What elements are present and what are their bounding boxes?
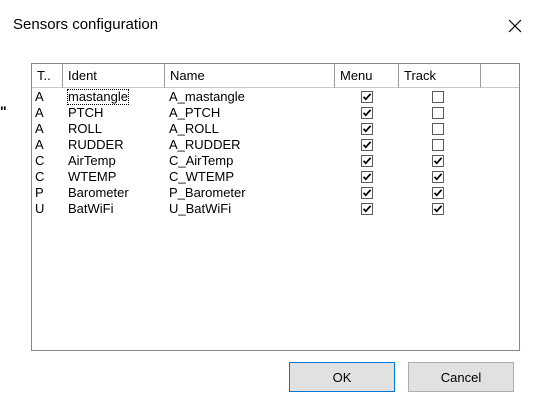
checkmark-icon	[433, 189, 443, 197]
cell-ident: BatWiFi	[68, 201, 114, 216]
checkmark-icon	[362, 189, 372, 197]
cell-name: C_AirTemp	[169, 153, 234, 168]
cell-ident: PTCH	[68, 105, 104, 120]
checkmark-icon	[433, 173, 443, 181]
track-checkbox[interactable]	[432, 123, 444, 135]
table-row[interactable]: U BatWiFi U_BatWiFi	[32, 201, 519, 217]
window-title: Sensors configuration	[13, 16, 159, 33]
checkmark-icon	[362, 109, 372, 117]
checkmark-icon	[362, 93, 372, 101]
table-row[interactable]: Amastangle A_mastangle	[32, 89, 519, 105]
close-button[interactable]	[500, 12, 530, 40]
table-row[interactable]: A PTCH A_PTCH	[32, 105, 519, 121]
cell-name: A_PTCH	[169, 105, 221, 120]
track-checkbox[interactable]	[432, 187, 444, 199]
table-row[interactable]: A ROLL A_ROLL	[32, 121, 519, 137]
checkmark-icon	[362, 141, 372, 149]
cell-ident: mastangle	[67, 89, 129, 105]
track-checkbox[interactable]	[432, 171, 444, 183]
column-header-ident[interactable]: Ident	[63, 64, 165, 88]
menu-checkbox[interactable]	[361, 171, 373, 183]
ok-button[interactable]: OK	[289, 362, 395, 392]
cancel-button[interactable]: Cancel	[408, 362, 514, 392]
cell-ident: RUDDER	[68, 137, 124, 152]
column-header-track[interactable]: Track	[399, 64, 481, 88]
cell-type: A	[35, 105, 44, 120]
table-row[interactable]: C WTEMP C_WTEMP	[32, 169, 519, 185]
column-header-menu[interactable]: Menu	[335, 64, 399, 88]
cell-type: A	[35, 89, 44, 104]
table-row[interactable]: C AirTemp C_AirTemp	[32, 153, 519, 169]
checkmark-icon	[362, 157, 372, 165]
sensors-configuration-dialog: Sensors configuration T.. Ident Name Menu Tr…	[0, 0, 539, 401]
track-checkbox[interactable]	[432, 107, 444, 119]
cell-type: A	[35, 121, 44, 136]
checkmark-icon	[362, 205, 372, 213]
close-icon	[508, 19, 522, 33]
checkmark-icon	[433, 205, 443, 213]
column-header-filler	[481, 64, 519, 88]
column-header-name[interactable]: Name	[165, 64, 335, 88]
track-checkbox[interactable]	[432, 91, 444, 103]
cell-type: C	[35, 169, 45, 184]
cell-type: P	[35, 185, 44, 200]
checkmark-icon	[362, 125, 372, 133]
cell-name: P_Barometer	[169, 185, 246, 200]
track-checkbox[interactable]	[432, 139, 444, 151]
cell-type: A	[35, 137, 44, 152]
checkmark-icon	[362, 173, 372, 181]
cell-ident: AirTemp	[68, 153, 116, 168]
track-checkbox[interactable]	[432, 155, 444, 167]
cell-type: C	[35, 153, 45, 168]
sensors-list[interactable]: T.. Ident Name Menu Track Amastangle A_mastan…	[31, 63, 520, 351]
cell-ident: Barometer	[68, 185, 129, 200]
title-bar: Sensors configuration	[0, 0, 539, 50]
cell-name: A_mastangle	[169, 89, 245, 104]
track-checkbox[interactable]	[432, 203, 444, 215]
menu-checkbox[interactable]	[361, 139, 373, 151]
menu-checkbox[interactable]	[361, 203, 373, 215]
menu-checkbox[interactable]	[361, 123, 373, 135]
cell-type: U	[35, 201, 45, 216]
cell-name: A_ROLL	[169, 121, 219, 136]
cell-ident: WTEMP	[68, 169, 117, 184]
menu-checkbox[interactable]	[361, 91, 373, 103]
menu-checkbox[interactable]	[361, 155, 373, 167]
cell-name: A_RUDDER	[169, 137, 241, 152]
cell-ident: ROLL	[68, 121, 102, 136]
cell-name: C_WTEMP	[169, 169, 234, 184]
checkmark-icon	[433, 157, 443, 165]
menu-checkbox[interactable]	[361, 187, 373, 199]
column-header-type[interactable]: T..	[32, 64, 63, 88]
table-row[interactable]: A RUDDER A_RUDDER	[32, 137, 519, 153]
cell-name: U_BatWiFi	[169, 201, 232, 216]
table-row[interactable]: P Barometer P_Barometer	[32, 185, 519, 201]
menu-checkbox[interactable]	[361, 107, 373, 119]
